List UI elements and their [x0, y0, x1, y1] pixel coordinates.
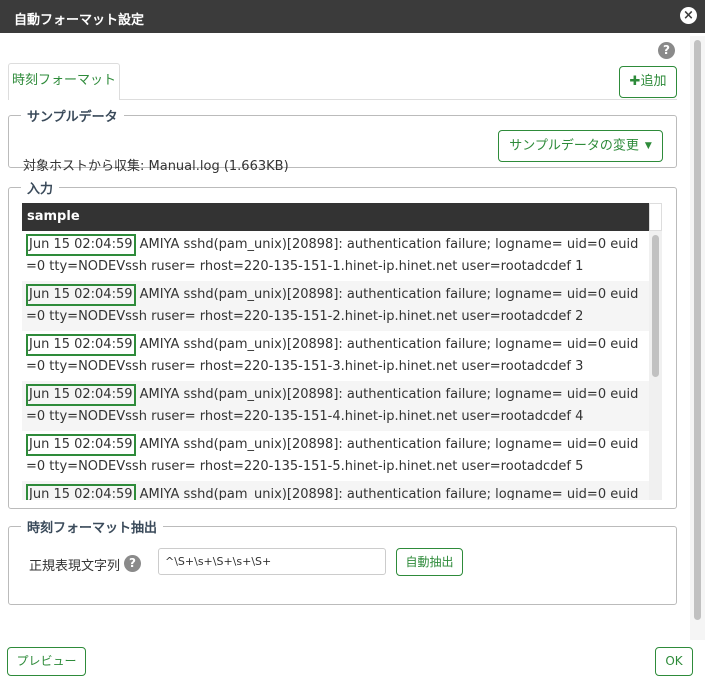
- close-icon[interactable]: ×: [680, 7, 697, 24]
- table-row[interactable]: Jun 15 02:04:59 AMIYA sshd(pam_unix)[208…: [22, 431, 649, 481]
- table-row[interactable]: Jun 15 02:04:59 AMIYA sshd(pam_unix)[208…: [22, 381, 649, 431]
- timestamp-highlight: Jun 15 02:04:59: [26, 334, 136, 356]
- tab-label: 時刻フォーマット: [11, 73, 116, 88]
- input-legend: 入力: [27, 182, 54, 197]
- caret-down-icon: ▼: [644, 141, 652, 151]
- table-row[interactable]: Jun 15 02:04:59 AMIYA sshd(pam_unix)[208…: [22, 481, 649, 500]
- regex-label: 正規表現文字列: [29, 559, 121, 574]
- timestamp-highlight: Jun 15 02:04:59: [26, 434, 136, 456]
- dialog-title: 自動フォーマット設定: [14, 13, 145, 28]
- add-button-label: 追加: [640, 74, 667, 89]
- extract-legend: 時刻フォーマット抽出: [27, 521, 158, 536]
- help-icon[interactable]: ?: [658, 42, 675, 59]
- timestamp-highlight: Jun 15 02:04:59: [26, 484, 136, 500]
- tab-time-format[interactable]: 時刻フォーマット: [8, 63, 120, 100]
- sample-column-header: sample: [22, 203, 649, 231]
- table-row[interactable]: Jun 15 02:04:59 AMIYA sshd(pam_unix)[208…: [22, 231, 649, 281]
- sample-data-legend: サンプルデータ: [27, 110, 118, 125]
- preview-button[interactable]: プレビュー: [7, 647, 86, 676]
- regex-input[interactable]: [158, 548, 386, 575]
- change-sample-button[interactable]: サンプルデータの変更 ▼: [498, 130, 663, 162]
- sample-source-text: 対象ホストから収集: Manual.log (1.663KB): [23, 159, 289, 174]
- dialog-scrollbar-thumb[interactable]: [694, 40, 701, 620]
- table-row[interactable]: Jun 15 02:04:59 AMIYA sshd(pam_unix)[208…: [22, 331, 649, 381]
- table-row[interactable]: Jun 15 02:04:59 AMIYA sshd(pam_unix)[208…: [22, 281, 649, 331]
- sample-rows: Jun 15 02:04:59 AMIYA sshd(pam_unix)[208…: [22, 231, 649, 500]
- timestamp-highlight: Jun 15 02:04:59: [26, 284, 136, 306]
- auto-extract-button[interactable]: 自動抽出: [396, 548, 463, 576]
- ok-button[interactable]: OK: [655, 647, 693, 676]
- timestamp-highlight: Jun 15 02:04:59: [26, 384, 136, 406]
- plus-icon: ✚: [629, 74, 641, 89]
- help-icon[interactable]: ?: [124, 555, 141, 572]
- timestamp-highlight: Jun 15 02:04:59: [26, 234, 136, 256]
- add-button[interactable]: ✚追加: [619, 66, 677, 98]
- change-sample-label: サンプルデータの変更: [509, 138, 639, 154]
- dialog-titlebar: 自動フォーマット設定 ×: [0, 0, 705, 33]
- table-scrollbar-thumb[interactable]: [652, 235, 659, 377]
